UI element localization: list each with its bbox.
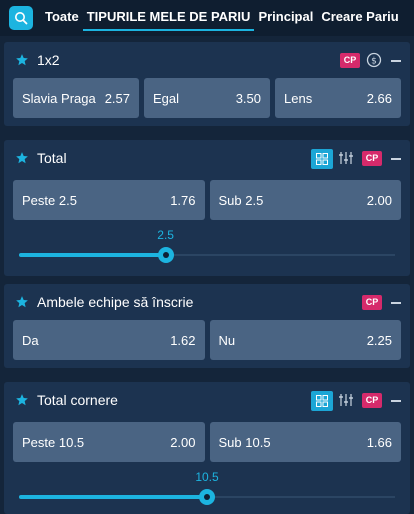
odd-button-yes[interactable]: Da 1.62 xyxy=(13,320,205,360)
odd-button-away[interactable]: Lens 2.66 xyxy=(275,78,401,118)
star-icon[interactable] xyxy=(15,295,29,309)
tab-bet-builder[interactable]: Creare Pariu xyxy=(317,0,402,36)
market-header[interactable]: Total CP xyxy=(4,140,410,176)
odd-button-under[interactable]: Sub 10.5 1.66 xyxy=(209,422,401,462)
odd-label: Peste 2.5 xyxy=(22,192,77,208)
odds-row: Slavia Praga 2.57 Egal 3.50 Lens 2.66 xyxy=(13,78,401,118)
filter-icon[interactable] xyxy=(338,392,354,408)
grid-view-button[interactable] xyxy=(311,391,333,411)
svg-text:$: $ xyxy=(371,57,377,67)
cp-badge[interactable]: CP xyxy=(362,393,382,408)
star-icon[interactable] xyxy=(15,393,29,407)
collapse-icon[interactable] xyxy=(391,60,401,62)
odd-button-over[interactable]: Peste 2.5 1.76 xyxy=(13,180,205,220)
grid-view-icon xyxy=(316,395,328,407)
cash-out-icon[interactable]: $ xyxy=(366,52,382,68)
slider-value-label: 2.5 xyxy=(157,228,174,242)
odd-button-no[interactable]: Nu 2.25 xyxy=(209,320,401,360)
star-icon[interactable] xyxy=(15,53,29,67)
odd-button-home[interactable]: Slavia Praga 2.57 xyxy=(13,78,139,118)
market-card-total-corners: Total cornere CP Peste 10.5 2.00 Sub 10. xyxy=(4,382,410,514)
line-slider[interactable] xyxy=(19,245,395,265)
odd-label: Lens xyxy=(284,90,313,106)
slider-handle[interactable] xyxy=(157,247,174,263)
market-title: Total cornere xyxy=(37,392,118,408)
market-title: 1x2 xyxy=(37,52,60,68)
odd-label: Peste 10.5 xyxy=(22,434,85,450)
odds-row: Peste 2.5 1.76 Sub 2.5 2.00 xyxy=(13,180,401,220)
odd-label: Slavia Praga xyxy=(22,90,96,106)
line-slider[interactable] xyxy=(19,487,395,507)
slider-value-label: 10.5 xyxy=(195,470,219,484)
tab-my-bet-types[interactable]: TIPURILE MELE DE PARIU xyxy=(82,0,255,36)
odds-row: Peste 10.5 2.00 Sub 10.5 1.66 xyxy=(13,422,401,462)
odd-label: Sub 10.5 xyxy=(218,434,271,450)
grid-view-icon xyxy=(316,153,328,165)
slider-handle[interactable] xyxy=(199,489,215,505)
odd-value: 1.76 xyxy=(170,192,196,208)
market-card-both-teams-score: Ambele echipe să înscrie CP Da 1.62 Nu 2… xyxy=(4,284,410,368)
odd-value: 2.66 xyxy=(366,90,392,106)
market-tabs-bar: Toate TIPURILE MELE DE PARIU Principal C… xyxy=(0,0,414,36)
odd-button-over[interactable]: Peste 10.5 2.00 xyxy=(13,422,205,462)
tab-principal[interactable]: Principal xyxy=(254,0,317,36)
market-header[interactable]: Ambele echipe să înscrie CP xyxy=(4,284,410,320)
grid-view-button[interactable] xyxy=(311,149,333,169)
market-header[interactable]: 1x2 CP $ xyxy=(4,42,410,78)
odd-label: Egal xyxy=(153,90,180,106)
odd-value: 1.62 xyxy=(170,332,196,348)
odd-label: Nu xyxy=(218,332,236,348)
market-title: Ambele echipe să înscrie xyxy=(37,294,194,310)
odd-button-draw[interactable]: Egal 3.50 xyxy=(144,78,270,118)
cp-badge[interactable]: CP xyxy=(362,295,382,310)
odd-value: 2.57 xyxy=(104,90,130,106)
odds-row: Da 1.62 Nu 2.25 xyxy=(13,320,401,360)
odd-value: 2.00 xyxy=(170,434,196,450)
collapse-icon[interactable] xyxy=(391,302,401,304)
tab-toate[interactable]: Toate xyxy=(41,0,83,36)
market-title: Total xyxy=(37,150,67,166)
market-card-total: Total CP Peste 2.5 1.76 Sub 2.5 2.00 2.5 xyxy=(4,140,410,276)
odd-button-under[interactable]: Sub 2.5 2.00 xyxy=(209,180,401,220)
odd-label: Da xyxy=(22,332,39,348)
filter-icon[interactable] xyxy=(338,150,354,166)
slider-fill xyxy=(19,495,207,499)
star-icon[interactable] xyxy=(15,151,29,165)
search-button[interactable] xyxy=(9,6,33,30)
collapse-icon[interactable] xyxy=(391,400,401,402)
odd-value: 1.66 xyxy=(366,434,392,450)
odd-value: 3.50 xyxy=(235,90,261,106)
cp-badge[interactable]: CP xyxy=(340,53,360,68)
odd-value: 2.00 xyxy=(366,192,392,208)
collapse-icon[interactable] xyxy=(391,158,401,160)
cp-badge[interactable]: CP xyxy=(362,151,382,166)
slider-fill xyxy=(19,253,166,257)
odd-value: 2.25 xyxy=(366,332,392,348)
search-icon xyxy=(15,12,28,25)
odd-label: Sub 2.5 xyxy=(218,192,264,208)
market-card-1x2: 1x2 CP $ Slavia Praga 2.57 Egal 3.50 Len… xyxy=(4,42,410,126)
market-header[interactable]: Total cornere CP xyxy=(4,382,410,418)
